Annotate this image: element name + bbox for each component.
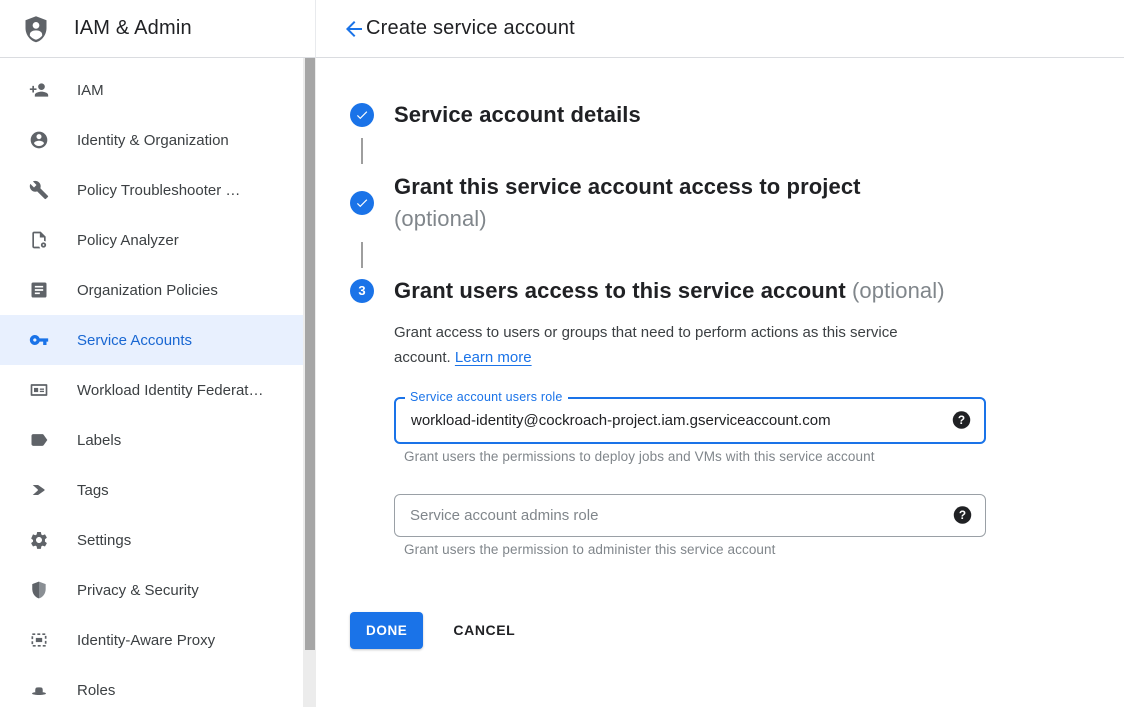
- users-role-helper-text: Grant users the permissions to deploy jo…: [404, 449, 986, 464]
- cancel-button[interactable]: CANCEL: [453, 622, 515, 638]
- help-icon[interactable]: ?: [952, 505, 973, 526]
- step-2-title-text: Grant this service account access to pro…: [394, 174, 861, 199]
- label-icon: [29, 430, 49, 450]
- sidebar-item-labels[interactable]: Labels: [0, 415, 316, 465]
- admins-role-field[interactable]: ?: [394, 494, 986, 537]
- step-1-row: Service account details: [350, 99, 1124, 131]
- step-3-number-badge: 3: [350, 279, 374, 303]
- step-3-description: Grant access to users or groups that nee…: [394, 320, 929, 371]
- person-add-icon: [29, 80, 49, 100]
- sidebar-item-policy-analyzer[interactable]: Policy Analyzer: [0, 215, 316, 265]
- sidebar-item-identity-organization[interactable]: Identity & Organization: [0, 115, 316, 165]
- step-3-title: Grant users access to this service accou…: [394, 275, 945, 307]
- org-policies-icon: [29, 280, 49, 300]
- step-2-complete-icon: [350, 191, 374, 215]
- step-2-title: Grant this service account access to pro…: [394, 171, 861, 235]
- admins-role-helper-text: Grant users the permission to administer…: [404, 542, 986, 557]
- sidebar: IAM & Admin IAM Identity & Organization: [0, 0, 316, 707]
- shield-icon: [29, 580, 49, 600]
- step-2-optional-label: (optional): [394, 203, 861, 235]
- create-service-account-form: Service account details Grant this servi…: [316, 58, 1124, 649]
- sidebar-item-tags[interactable]: Tags: [0, 465, 316, 515]
- sidebar-item-label: Policy Troubleshooter …: [77, 182, 240, 199]
- sidebar-item-service-accounts[interactable]: Service Accounts: [0, 315, 316, 365]
- users-role-field[interactable]: Service account users role ?: [394, 397, 986, 444]
- sidebar-item-policy-troubleshooter[interactable]: Policy Troubleshooter …: [0, 165, 316, 215]
- sidebar-item-label: Privacy & Security: [77, 582, 199, 599]
- back-button[interactable]: [342, 17, 366, 41]
- app-window: IAM & Admin IAM Identity & Organization: [0, 0, 1124, 707]
- sidebar-item-roles[interactable]: Roles: [0, 665, 316, 715]
- sidebar-scrollbar-track[interactable]: [303, 58, 316, 707]
- sidebar-item-label: Labels: [77, 432, 121, 449]
- step-1-title: Service account details: [394, 99, 641, 131]
- sidebar-item-label: Tags: [77, 482, 109, 499]
- sidebar-item-label: Identity-Aware Proxy: [77, 632, 215, 649]
- sidebar-header: IAM & Admin: [0, 0, 316, 58]
- hat-icon: [29, 680, 49, 700]
- sidebar-item-label: Policy Analyzer: [77, 232, 179, 249]
- id-card-icon: [29, 380, 49, 400]
- sidebar-item-label: Identity & Organization: [77, 132, 229, 149]
- step-1-complete-icon: [350, 103, 374, 127]
- back-arrow-icon: [342, 17, 366, 41]
- sidebar-nav: IAM Identity & Organization Policy Troub…: [0, 58, 316, 715]
- svg-text:?: ?: [959, 508, 966, 522]
- step-3-title-text: Grant users access to this service accou…: [394, 278, 846, 303]
- iam-shield-logo-icon: [21, 14, 51, 44]
- sidebar-item-label: Service Accounts: [77, 332, 192, 349]
- sidebar-item-privacy-security[interactable]: Privacy & Security: [0, 565, 316, 615]
- sidebar-item-settings[interactable]: Settings: [0, 515, 316, 565]
- service-account-key-icon: [29, 330, 49, 350]
- step-connector: [361, 138, 363, 164]
- sidebar-item-label: Workload Identity Federat…: [77, 382, 263, 399]
- help-icon[interactable]: ?: [951, 410, 972, 431]
- sidebar-item-label: Organization Policies: [77, 282, 218, 299]
- sidebar-item-workload-identity-federation[interactable]: Workload Identity Federat…: [0, 365, 316, 415]
- step-2-row: Grant this service account access to pro…: [350, 171, 1124, 235]
- tag-icon: [29, 480, 49, 500]
- sidebar-scrollbar-thumb[interactable]: [305, 58, 315, 650]
- step-connector: [361, 242, 363, 268]
- sidebar-item-identity-aware-proxy[interactable]: Identity-Aware Proxy: [0, 615, 316, 665]
- page-header: Create service account: [316, 0, 1124, 58]
- account-circle-icon: [29, 130, 49, 150]
- wrench-icon: [29, 180, 49, 200]
- users-role-field-label: Service account users role: [405, 390, 568, 404]
- proxy-icon: [29, 630, 49, 650]
- step-3-body: Grant access to users or groups that nee…: [394, 320, 1124, 557]
- roles-form: Service account users role ? Grant users…: [394, 397, 986, 557]
- users-role-input[interactable]: [411, 412, 940, 429]
- main-panel: Create service account Service account d…: [316, 0, 1124, 707]
- page-title: Create service account: [366, 17, 575, 40]
- policy-analyzer-icon: [29, 230, 49, 250]
- sidebar-item-label: IAM: [77, 82, 104, 99]
- step-3-row: 3 Grant users access to this service acc…: [350, 275, 1124, 307]
- gear-icon: [29, 530, 49, 550]
- form-actions: DONE CANCEL: [350, 612, 1124, 649]
- sidebar-item-organization-policies[interactable]: Organization Policies: [0, 265, 316, 315]
- svg-text:?: ?: [958, 413, 965, 427]
- sidebar-item-iam[interactable]: IAM: [0, 65, 316, 115]
- admins-role-input[interactable]: [410, 507, 941, 524]
- step-3-optional-label: (optional): [852, 278, 945, 303]
- app-title: IAM & Admin: [74, 17, 192, 40]
- sidebar-item-label: Settings: [77, 532, 131, 549]
- learn-more-link[interactable]: Learn more: [455, 349, 532, 366]
- sidebar-item-label: Roles: [77, 682, 115, 699]
- done-button[interactable]: DONE: [350, 612, 423, 649]
